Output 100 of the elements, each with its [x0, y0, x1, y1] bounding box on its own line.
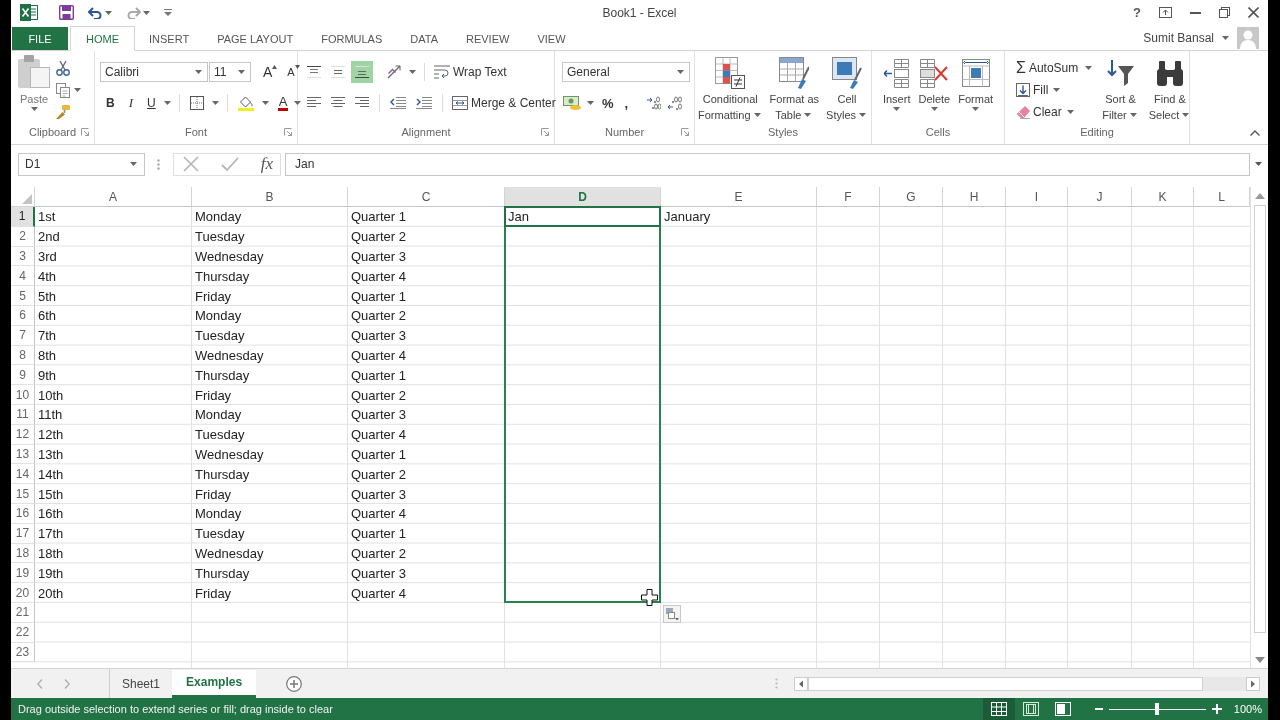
format-as-table-button[interactable]: Format as Table — [767, 55, 822, 123]
copy-icon[interactable] — [56, 82, 70, 98]
paste-button[interactable]: Paste — [16, 55, 52, 123]
ribbon-tab[interactable]: VIEW — [523, 27, 580, 50]
find-select-button[interactable]: Find & Select — [1146, 55, 1194, 123]
column-header[interactable]: L — [1194, 187, 1250, 207]
row-header[interactable]: 7 — [11, 325, 35, 346]
dialog-launcher-icon[interactable] — [284, 128, 292, 136]
column-header[interactable]: F — [817, 187, 880, 207]
fill-button[interactable]: Fill — [1013, 79, 1066, 101]
comma-style-button[interactable]: , — [619, 92, 634, 114]
money-icon[interactable] — [560, 96, 584, 110]
account-name[interactable]: Sumit Bansal — [1143, 30, 1214, 45]
insert-function-button[interactable]: fx — [260, 154, 273, 174]
ribbon-tab[interactable]: FORMULAS — [307, 27, 397, 50]
save-icon[interactable] — [59, 5, 74, 20]
scrollbar-thumb[interactable] — [808, 676, 1203, 691]
align-bottom-icon[interactable] — [351, 61, 373, 83]
caret-icon[interactable] — [294, 101, 302, 105]
sheet-tab[interactable]: Examples — [172, 669, 257, 698]
ribbon-tab[interactable]: REVIEW — [452, 27, 524, 50]
column-header[interactable]: B — [192, 187, 348, 207]
file-tab[interactable]: FILE — [12, 27, 68, 50]
help-button[interactable]: ? — [1133, 5, 1141, 20]
font-name-dropdown[interactable]: Calibri — [100, 62, 208, 82]
row-header[interactable]: 2 — [11, 226, 35, 247]
close-icon[interactable] — [1248, 7, 1259, 18]
row-header[interactable]: 21 — [11, 602, 35, 623]
row-header[interactable]: 14 — [11, 464, 35, 485]
font-size-dropdown[interactable]: 11 — [209, 62, 251, 82]
caret-icon[interactable] — [1222, 35, 1229, 40]
bold-button[interactable]: B — [100, 92, 121, 114]
zoom-in-icon[interactable] — [1211, 704, 1222, 714]
cell-styles-button[interactable]: Cell Styles — [824, 55, 871, 123]
undo-icon[interactable] — [88, 6, 103, 19]
row-header[interactable]: 5 — [11, 286, 35, 306]
row-header[interactable]: 22 — [11, 622, 35, 643]
sort-filter-button[interactable]: Sort & Filter — [1100, 55, 1141, 123]
scissors-icon[interactable] — [56, 60, 70, 76]
row-header[interactable]: 4 — [11, 266, 35, 287]
normal-view-icon[interactable] — [982, 698, 1015, 720]
expand-formula-icon[interactable] — [1255, 162, 1262, 166]
row-header[interactable]: 9 — [11, 365, 35, 386]
number-format-dropdown[interactable]: General — [562, 62, 690, 82]
name-box[interactable]: D1 — [18, 152, 145, 176]
check-icon[interactable] — [220, 157, 239, 171]
column-header[interactable]: C — [348, 187, 505, 207]
caret-icon[interactable] — [587, 101, 594, 105]
row-header[interactable]: 1 — [11, 207, 35, 227]
collapse-ribbon-icon[interactable] — [1250, 130, 1260, 136]
merge-center-button[interactable]: Merge & Center — [449, 92, 559, 114]
restore-icon[interactable] — [1219, 7, 1230, 18]
caret-icon[interactable] — [211, 101, 219, 105]
row-header[interactable]: 15 — [11, 484, 35, 504]
row-header[interactable]: 19 — [11, 563, 35, 584]
ribbon-display-icon[interactable] — [1159, 7, 1172, 18]
scroll-up-icon[interactable] — [1254, 193, 1265, 199]
row-header[interactable]: 12 — [11, 424, 35, 445]
row-header[interactable]: 3 — [11, 246, 35, 267]
zoom-level[interactable]: 100% — [1221, 703, 1268, 715]
row-header[interactable]: 16 — [11, 503, 35, 524]
row-header[interactable]: 13 — [11, 444, 35, 465]
new-sheet-icon[interactable] — [286, 675, 303, 692]
column-header[interactable]: K — [1132, 187, 1194, 207]
caret-icon[interactable] — [74, 88, 81, 92]
conditional-formatting-button[interactable]: Conditional Formatting — [695, 55, 765, 123]
row-header[interactable]: 10 — [11, 385, 35, 405]
autosum-button[interactable]: Σ AutoSum — [1013, 57, 1082, 79]
ribbon-tab[interactable]: PAGE LAYOUT — [203, 27, 308, 50]
format-button[interactable]: Format — [956, 55, 996, 123]
caret-icon[interactable] — [261, 101, 269, 105]
dialog-launcher-icon[interactable] — [541, 128, 549, 136]
caret-icon[interactable] — [1085, 66, 1093, 70]
minimize-icon[interactable] — [1190, 11, 1201, 14]
dialog-launcher-icon[interactable] — [681, 128, 689, 136]
scroll-right-icon[interactable] — [1246, 676, 1260, 691]
column-header[interactable]: I — [1006, 187, 1068, 207]
scroll-down-icon[interactable] — [1254, 657, 1265, 663]
column-header[interactable]: D — [505, 187, 661, 207]
grow-font-button[interactable]: A — [259, 61, 282, 83]
row-header[interactable]: 18 — [11, 543, 35, 564]
sheet-tab[interactable]: Sheet1 — [110, 669, 173, 698]
row-header[interactable]: 8 — [11, 345, 35, 366]
row-header[interactable]: 6 — [11, 306, 35, 326]
row-header[interactable]: 23 — [11, 642, 35, 663]
ribbon-tab[interactable]: DATA — [396, 27, 452, 50]
caret-icon[interactable] — [409, 70, 416, 74]
scroll-left-icon[interactable] — [794, 676, 808, 691]
underline-button[interactable]: U — [141, 92, 160, 114]
formula-input[interactable]: Jan — [285, 152, 1250, 176]
insert-button[interactable]: Insert — [880, 55, 913, 123]
column-header[interactable]: H — [943, 187, 1006, 207]
dialog-launcher-icon[interactable] — [81, 128, 89, 136]
column-header[interactable]: J — [1068, 187, 1132, 207]
column-header[interactable]: G — [880, 187, 943, 207]
ribbon-tab[interactable]: INSERT — [135, 27, 204, 50]
row-header[interactable]: 17 — [11, 523, 35, 544]
row-header[interactable]: 11 — [11, 404, 35, 425]
auto-fill-options-icon[interactable] — [663, 605, 681, 623]
caret-icon[interactable] — [143, 10, 150, 15]
